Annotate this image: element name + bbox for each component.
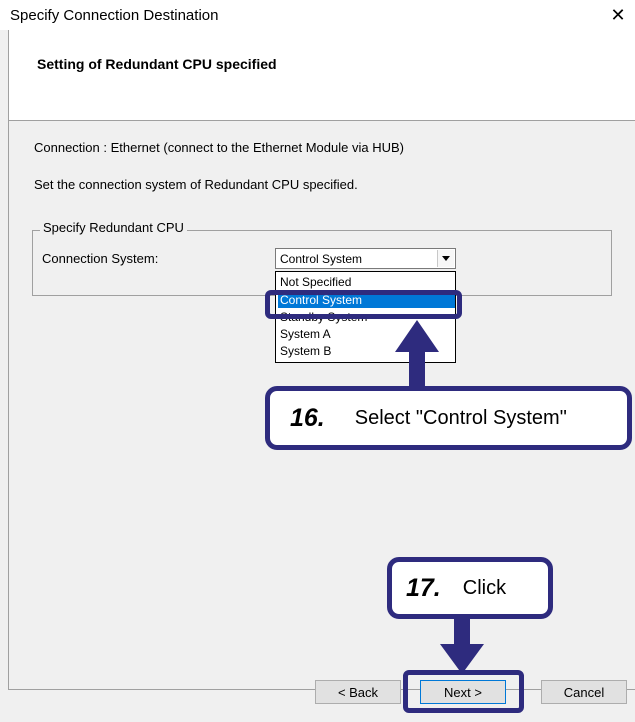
title-bar: Specify Connection Destination ✕ [0, 0, 635, 30]
connection-system-select[interactable]: Control System [275, 248, 456, 269]
select-value: Control System [280, 252, 363, 266]
next-button-highlight [403, 670, 524, 713]
step-16-callout: 16. Select "Control System" [265, 386, 632, 450]
control-system-highlight [265, 290, 462, 319]
step-17-callout: 17. Click [387, 557, 553, 619]
connection-system-label: Connection System: [42, 251, 159, 266]
step-16-text: Select "Control System" [354, 406, 567, 429]
instruction-text: Set the connection system of Redundant C… [34, 177, 358, 192]
groupbox-legend: Specify Redundant CPU [40, 220, 187, 235]
connection-description: Connection : Ethernet (connect to the Et… [34, 140, 404, 155]
arrow-shaft [409, 350, 425, 388]
chevron-down-icon[interactable] [437, 250, 454, 267]
dropdown-option-not-specified[interactable]: Not Specified [278, 275, 455, 290]
back-button[interactable]: < Back [315, 680, 401, 704]
page-title: Setting of Redundant CPU specified [37, 56, 277, 72]
header-panel: Setting of Redundant CPU specified [8, 30, 635, 120]
close-icon: ✕ [610, 4, 626, 25]
cancel-button[interactable]: Cancel [541, 680, 627, 704]
step-16-number: 16. [290, 403, 325, 432]
arrow-up-icon [395, 320, 439, 352]
step-17-number: 17. [406, 573, 441, 602]
close-button[interactable]: ✕ [603, 0, 633, 30]
window-title: Specify Connection Destination [10, 7, 219, 24]
step-17-text: Click [462, 576, 507, 599]
